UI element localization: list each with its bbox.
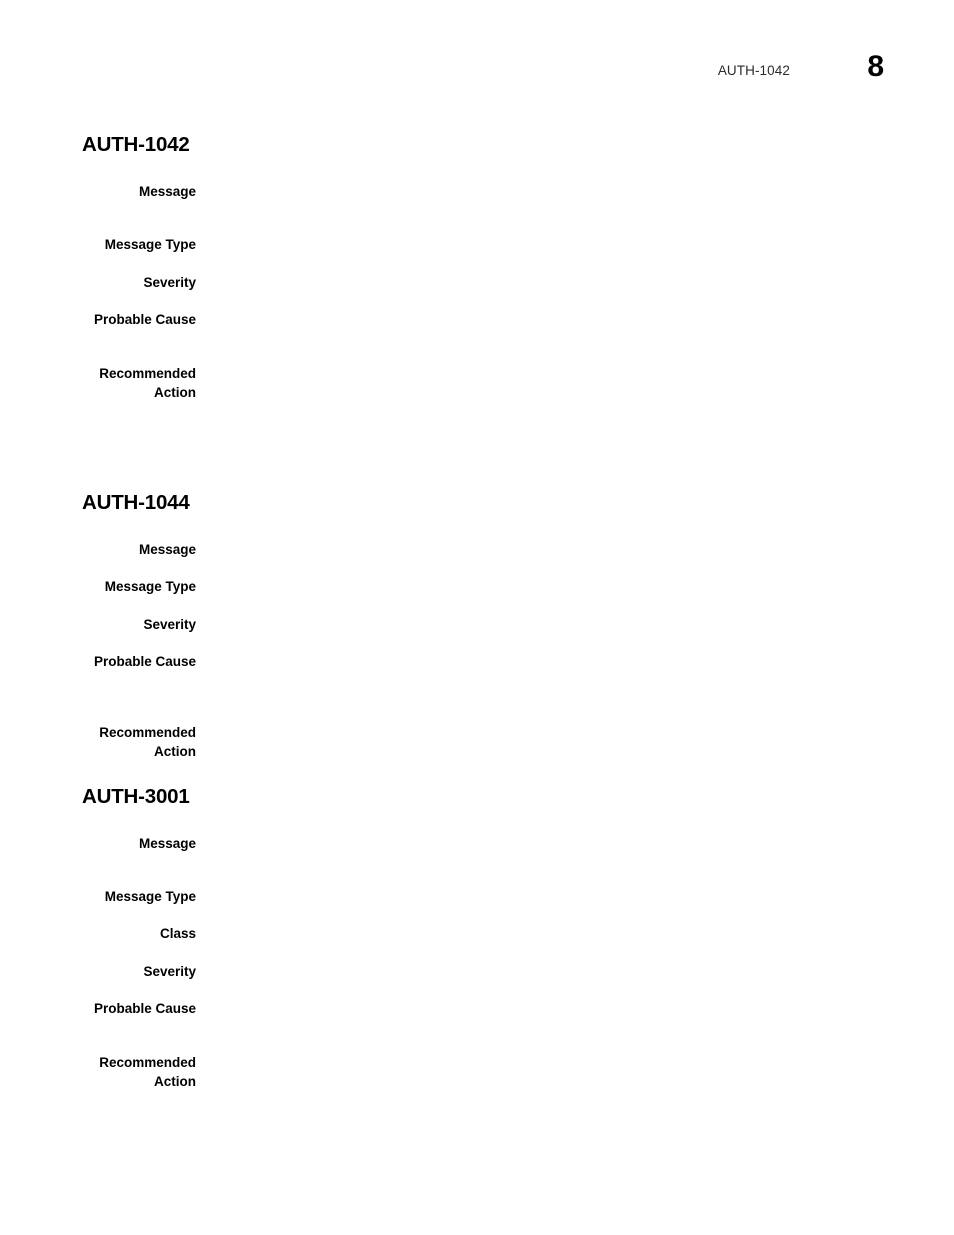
field-value <box>216 577 876 578</box>
field-label: Recommended Action <box>99 366 196 400</box>
field-value <box>216 834 876 835</box>
field-label: Message <box>138 184 196 199</box>
field-value <box>216 887 876 888</box>
field-value <box>216 182 876 183</box>
running-header: AUTH-1042 8 <box>0 0 954 110</box>
field-label: Message Type <box>104 237 196 252</box>
field-label: Message Type <box>104 889 196 904</box>
field-value <box>216 924 876 925</box>
field-value <box>216 999 876 1000</box>
field-value <box>216 540 876 541</box>
field-label: Message Type <box>104 579 196 594</box>
field-label: Recommended Action <box>99 1055 196 1089</box>
field-label: Recommended Action <box>99 725 196 759</box>
field-label: Message <box>138 836 196 851</box>
field-label: Probable Cause <box>93 1001 196 1016</box>
document-page: AUTH-1042 8 AUTH-1042 Message Message Type… <box>0 0 954 1235</box>
field-label: Severity <box>143 275 196 290</box>
field-label: Probable Cause <box>93 654 196 669</box>
field-label: Severity <box>143 964 196 979</box>
field-value <box>216 273 876 274</box>
field-value <box>216 962 876 963</box>
section-heading: AUTH-1044 <box>82 491 190 514</box>
field-value <box>216 310 876 311</box>
field-label: Class <box>159 926 196 941</box>
page-number: 8 <box>867 50 884 83</box>
field-label: Severity <box>143 617 196 632</box>
field-value <box>216 364 876 365</box>
field-value <box>216 652 876 653</box>
field-label: Message <box>138 542 196 557</box>
field-label: Probable Cause <box>93 312 196 327</box>
section-heading: AUTH-1042 <box>82 133 190 156</box>
section-heading: AUTH-3001 <box>82 785 190 808</box>
running-header-label: AUTH-1042 <box>717 63 790 78</box>
field-value <box>216 615 876 616</box>
field-value <box>216 1053 876 1054</box>
field-value <box>216 723 876 724</box>
field-value <box>216 235 876 236</box>
